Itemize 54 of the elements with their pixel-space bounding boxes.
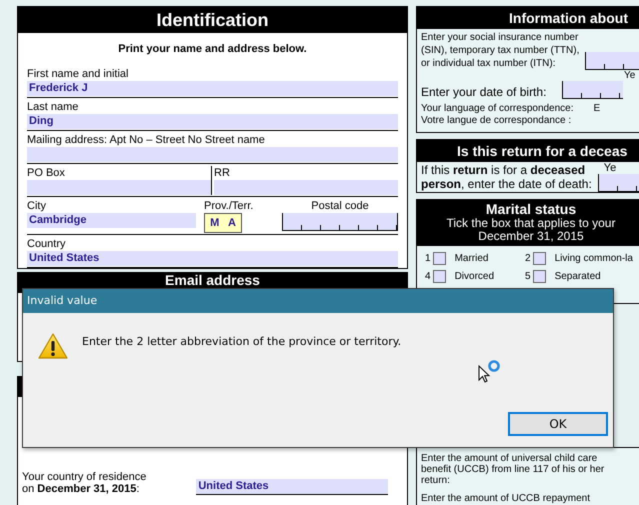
input-field[interactable]: United States xyxy=(27,251,398,266)
province-field[interactable]: M A xyxy=(204,213,242,233)
input-field[interactable] xyxy=(27,147,398,162)
option-number: 4 xyxy=(425,271,431,282)
field-label: Country xyxy=(27,237,67,251)
option-number: 5 xyxy=(525,271,531,282)
input-field[interactable] xyxy=(214,180,398,195)
year-label: Ye xyxy=(602,162,616,174)
input-field[interactable] xyxy=(27,180,211,195)
uccb-text: Enter the amount of UCCB repayment xyxy=(421,493,591,504)
birth-date-label: Enter your date of birth: xyxy=(421,85,546,99)
input-field[interactable]: Frederick J xyxy=(27,81,398,96)
sin-field[interactable] xyxy=(585,52,639,70)
warning-icon xyxy=(38,333,68,359)
input-field[interactable]: United States xyxy=(196,479,388,495)
birth-date-field[interactable] xyxy=(562,81,624,99)
residence-label: Your country of residence on December 31, 2015: xyxy=(22,471,146,495)
postal-code-field[interactable] xyxy=(282,213,398,231)
language-value: E xyxy=(594,103,600,115)
field-label: PO Box xyxy=(27,166,66,180)
section-header: Marital status xyxy=(486,201,576,217)
field-label: Mailing address: Apt No – Street No Street name xyxy=(27,133,266,147)
field-label: City xyxy=(27,199,47,213)
option-number: 2 xyxy=(525,253,531,264)
sin-label: Enter your social insurance number (SIN), temporary tax number (TTN), or individual tax number (ITN): xyxy=(421,31,580,70)
option-number: 1 xyxy=(425,253,431,264)
dialog-title: Invalid value xyxy=(27,294,98,307)
section-header: Information about xyxy=(417,7,639,29)
uccb-text: Enter the amount of universal child care benefit (UCCB) from line 117 of his or her return: xyxy=(421,453,606,486)
instruction-text: Print your name and address below. xyxy=(117,43,308,55)
field-label: Prov./Terr. xyxy=(204,199,254,213)
checkbox[interactable] xyxy=(432,252,446,265)
busy-cursor-icon xyxy=(478,359,502,385)
checkbox[interactable] xyxy=(532,270,546,283)
input-field[interactable]: Cambridge xyxy=(27,213,196,228)
field-label: Postal code xyxy=(310,199,370,213)
field-label: Last name xyxy=(27,100,80,114)
section-header: Is this return for a deceas xyxy=(417,140,639,162)
option-label: Divorced xyxy=(454,271,494,282)
option-label: Living common-la xyxy=(554,253,633,264)
option-label: Married xyxy=(454,253,488,264)
checkbox[interactable] xyxy=(432,270,446,283)
option-label: Separated xyxy=(554,271,601,282)
field-label: RR xyxy=(214,166,231,180)
field-label: First name and initial xyxy=(27,67,130,81)
section-header: Identification xyxy=(18,7,407,33)
section-subtitle: Tick the box that applies to your December 31, 2015 xyxy=(446,217,616,243)
checkbox[interactable] xyxy=(532,252,546,265)
year-label: Ye xyxy=(623,70,636,81)
dialog-message: Enter the 2 letter abbreviation of the province or territory. xyxy=(82,335,402,348)
ok-button[interactable]: OK xyxy=(508,412,608,436)
death-date-label: If this return is for a deceased person, enter the date of death: xyxy=(421,163,592,192)
language-label: Your language of correspondence: Votre langue de correspondance : xyxy=(421,103,574,127)
input-field[interactable]: Ding xyxy=(27,114,398,129)
